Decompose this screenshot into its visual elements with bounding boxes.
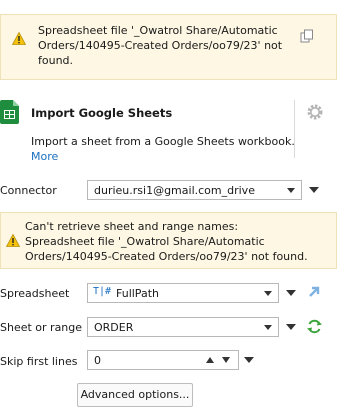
warning-icon — [12, 32, 26, 45]
top-warning-text: Spreadsheet file '_Owatrol Share/Automat… — [38, 24, 283, 67]
connector-value: durieu.rsi1@gmail.com_drive — [94, 184, 255, 197]
connector-select[interactable]: durieu.rsi1@gmail.com_drive — [87, 180, 302, 200]
description: Import a sheet from a Google Sheets work… — [31, 135, 295, 148]
gear-icon[interactable] — [306, 103, 324, 121]
stepper-down-icon[interactable] — [222, 357, 230, 363]
top-warning-banner: Spreadsheet file '_Owatrol Share/Automat… — [0, 14, 337, 80]
page-title: Import Google Sheets — [31, 106, 173, 120]
warning-icon — [6, 234, 20, 247]
range-warning-banner: Can't retrieve sheet and range names: Sp… — [0, 212, 337, 269]
skip-lines-menu-chevron-icon[interactable] — [244, 357, 254, 363]
sheet-or-range-value: ORDER — [94, 321, 134, 334]
connector-label: Connector — [0, 184, 57, 197]
advanced-options-button[interactable]: Advanced options... — [77, 383, 193, 407]
connector-menu-chevron-icon[interactable] — [309, 187, 319, 193]
spreadsheet-select[interactable]: T|# FullPath — [87, 283, 279, 303]
skip-first-lines-value: 0 — [94, 354, 101, 367]
stepper-up-icon[interactable] — [206, 357, 214, 363]
google-sheets-icon — [0, 100, 19, 124]
spreadsheet-label: Spreadsheet — [0, 287, 70, 300]
spreadsheet-value: FullPath — [116, 287, 159, 300]
refresh-icon[interactable] — [306, 318, 323, 335]
chevron-down-icon — [264, 325, 272, 330]
sheet-or-range-select[interactable]: ORDER — [87, 317, 279, 337]
text-field-icon: T|# — [93, 286, 112, 297]
spreadsheet-menu-chevron-icon[interactable] — [286, 290, 296, 296]
chevron-down-icon — [287, 188, 295, 193]
sheet-menu-chevron-icon[interactable] — [286, 324, 296, 330]
divider — [294, 100, 295, 158]
copy-icon[interactable] — [300, 29, 314, 43]
open-link-icon[interactable] — [307, 285, 321, 299]
sheet-or-range-label: Sheet or range — [0, 321, 83, 334]
chevron-down-icon — [264, 291, 272, 296]
more-link[interactable]: More — [31, 150, 58, 163]
range-warning-text: Can't retrieve sheet and range names: Sp… — [25, 220, 308, 263]
skip-first-lines-stepper[interactable]: 0 — [87, 350, 239, 370]
skip-first-lines-label: Skip first lines — [0, 355, 78, 368]
